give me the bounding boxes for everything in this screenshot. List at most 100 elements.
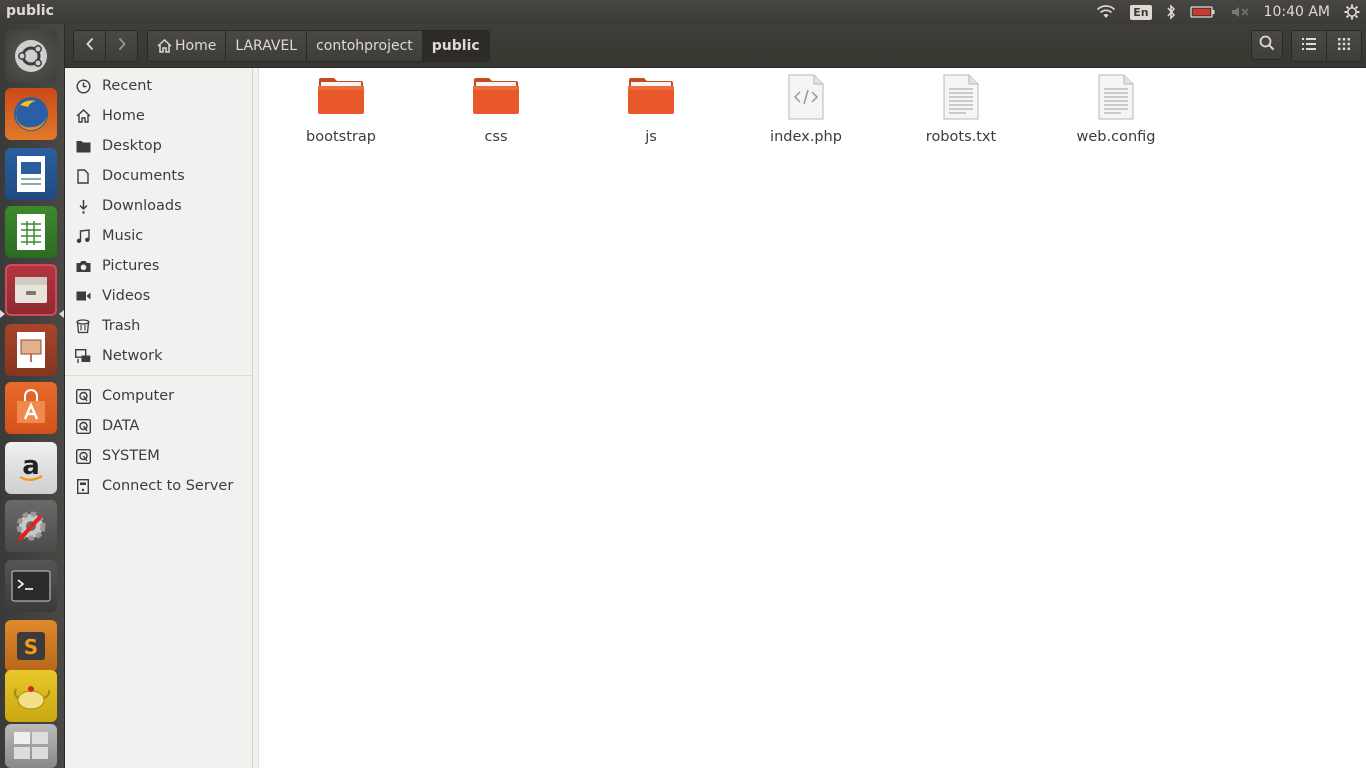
chevron-right-icon — [117, 37, 127, 55]
chevron-left-icon — [85, 37, 95, 55]
file-item-web-config[interactable]: web.config — [1051, 74, 1181, 154]
breadcrumb-home[interactable]: Home — [148, 31, 225, 61]
indicator-area: En 10:40 AM — [1096, 0, 1366, 24]
server-icon — [75, 478, 91, 494]
language-label: En — [1130, 4, 1152, 20]
home-icon — [75, 108, 91, 124]
sidebar-item-label: Desktop — [102, 138, 162, 154]
text-file-icon — [1092, 74, 1140, 122]
terminal-icon[interactable] — [5, 560, 57, 612]
view-toggle-group — [1291, 30, 1362, 62]
file-name: css — [484, 129, 508, 145]
download-icon — [75, 198, 91, 214]
sidebar-item-home[interactable]: Home — [65, 101, 252, 131]
code-file-icon — [782, 74, 830, 122]
volume-muted-icon[interactable] — [1230, 5, 1250, 19]
sidebar-item-recent[interactable]: Recent — [65, 71, 252, 101]
drive-icon — [75, 448, 91, 464]
breadcrumb-label: Home — [175, 38, 217, 54]
sidebar-item-label: DATA — [102, 418, 140, 434]
sidebar-item-label: Network — [102, 348, 163, 364]
battery-icon[interactable] — [1189, 5, 1216, 19]
sidebar-item-label: Home — [102, 108, 145, 124]
sidebar: Recent Home Desktop Documents Downloads … — [65, 68, 253, 768]
text-file-icon — [937, 74, 985, 122]
sidebar-item-label: Computer — [102, 388, 175, 404]
list-view-button[interactable] — [1292, 31, 1326, 61]
header-bar: Home LARAVEL contohproject public — [65, 24, 1366, 68]
folder-icon — [627, 74, 675, 122]
sidebar-item-documents[interactable]: Documents — [65, 161, 252, 191]
file-item-bootstrap[interactable]: bootstrap — [276, 74, 406, 154]
file-name: bootstrap — [306, 129, 376, 145]
sidebar-item-downloads[interactable]: Downloads — [65, 191, 252, 221]
breadcrumb-laravel[interactable]: LARAVEL — [225, 31, 306, 61]
sidebar-item-connect-to-server[interactable]: Connect to Server — [65, 471, 252, 501]
sidebar-item-label: Videos — [102, 288, 151, 304]
sidebar-item-trash[interactable]: Trash — [65, 311, 252, 341]
sidebar-item-videos[interactable]: Videos — [65, 281, 252, 311]
folder-icon — [317, 74, 365, 122]
clock-label: 10:40 AM — [1263, 4, 1330, 20]
breadcrumb-label: public — [431, 38, 480, 54]
breadcrumb-public[interactable]: public — [421, 31, 489, 61]
sidebar-item-desktop[interactable]: Desktop — [65, 131, 252, 161]
files-icon[interactable] — [5, 264, 57, 316]
breadcrumb-contohproject[interactable]: contohproject — [306, 31, 422, 61]
file-item-css[interactable]: css — [431, 74, 561, 154]
system-settings-icon[interactable] — [5, 500, 57, 552]
firefox-icon[interactable] — [5, 88, 57, 140]
sidebar-item-label: Connect to Server — [102, 478, 234, 494]
sidebar-item-label: Trash — [102, 318, 141, 334]
file-item-js[interactable]: js — [586, 74, 716, 154]
grid-view-button[interactable] — [1326, 31, 1361, 61]
launcher: a S — [0, 24, 65, 768]
sublime-text-icon[interactable]: S — [5, 620, 57, 672]
search-icon — [1259, 35, 1275, 55]
file-view[interactable]: bootstrap css js index.php robots.txt we… — [259, 68, 1366, 768]
ubuntu-dash-icon[interactable] — [5, 30, 57, 82]
sidebar-item-system[interactable]: SYSTEM — [65, 441, 252, 471]
file-item-index-php[interactable]: index.php — [741, 74, 871, 154]
clock-icon — [75, 78, 91, 94]
sidebar-item-label: SYSTEM — [102, 448, 160, 464]
session-gear-icon[interactable] — [1344, 4, 1360, 20]
search-button[interactable] — [1251, 30, 1283, 60]
teapot-app-icon[interactable] — [5, 670, 57, 722]
clock[interactable]: 10:40 AM — [1264, 4, 1330, 20]
file-item-robots-txt[interactable]: robots.txt — [896, 74, 1026, 154]
sidebar-item-data[interactable]: DATA — [65, 411, 252, 441]
document-icon — [75, 168, 91, 184]
svg-text:a: a — [22, 451, 40, 481]
software-center-icon[interactable] — [5, 382, 57, 434]
amazon-icon[interactable]: a — [5, 442, 57, 494]
network-icon — [75, 348, 91, 364]
sidebar-item-network[interactable]: Network — [65, 341, 252, 371]
sidebar-item-music[interactable]: Music — [65, 221, 252, 251]
app-title: public — [6, 3, 54, 19]
top-panel: public En 10:40 AM — [0, 0, 1366, 24]
folder-icon — [472, 74, 520, 122]
drive-icon — [75, 418, 91, 434]
sidebar-item-computer[interactable]: Computer — [65, 381, 252, 411]
bluetooth-icon[interactable] — [1166, 4, 1176, 20]
music-icon — [75, 228, 91, 244]
sidebar-item-label: Downloads — [102, 198, 182, 214]
list-view-icon — [1302, 38, 1316, 54]
camera-icon — [75, 258, 91, 274]
forward-button[interactable] — [105, 31, 137, 61]
sidebar-item-label: Recent — [102, 78, 153, 94]
grid-view-icon — [1338, 38, 1350, 54]
workspace-switcher-icon[interactable] — [5, 724, 57, 768]
video-icon — [75, 288, 91, 304]
wifi-icon[interactable] — [1096, 5, 1116, 19]
file-name: robots.txt — [925, 129, 997, 145]
back-button[interactable] — [74, 31, 105, 61]
libreoffice-writer-icon[interactable] — [5, 148, 57, 200]
libreoffice-calc-icon[interactable] — [5, 206, 57, 258]
libreoffice-impress-icon[interactable] — [5, 324, 57, 376]
keyboard-language-indicator[interactable]: En — [1130, 4, 1152, 20]
sidebar-item-pictures[interactable]: Pictures — [65, 251, 252, 281]
file-name: web.config — [1076, 129, 1156, 145]
sidebar-item-label: Pictures — [102, 258, 160, 274]
